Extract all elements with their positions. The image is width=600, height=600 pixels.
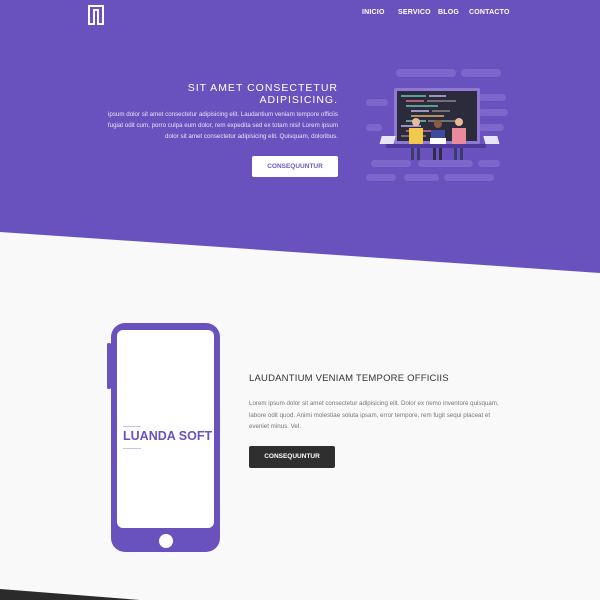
brand-name: LUANDA SOFT xyxy=(123,429,213,443)
nav-item-inicio[interactable]: INICIO xyxy=(362,9,385,16)
hero-cta-button[interactable]: CONSEQUUNTUR xyxy=(252,156,338,177)
section-title: LAUDANTIUM VENIAM TEMPORE OFFICIIS xyxy=(249,373,449,384)
brand-divider-top xyxy=(123,426,141,427)
brand-divider-bottom xyxy=(123,448,141,449)
hero-title: SIT AMET CONSECTETUR ADIPISICING. xyxy=(187,82,338,106)
section-description: Lorem ipsum dolor sit amet consectetur a… xyxy=(249,400,499,431)
nav-item-contacto[interactable]: CONTACTO xyxy=(469,9,510,16)
nav-item-servico[interactable]: SERVICO xyxy=(398,9,431,16)
section-cta-button[interactable]: CONSEQUUNTUR xyxy=(249,446,335,468)
logo-icon[interactable] xyxy=(88,5,104,25)
nav-item-blog[interactable]: BLOG xyxy=(438,9,459,16)
hero-description: ipsum dolor sit amet consectetur adipisi… xyxy=(107,111,338,140)
coders-illustration xyxy=(366,69,508,181)
